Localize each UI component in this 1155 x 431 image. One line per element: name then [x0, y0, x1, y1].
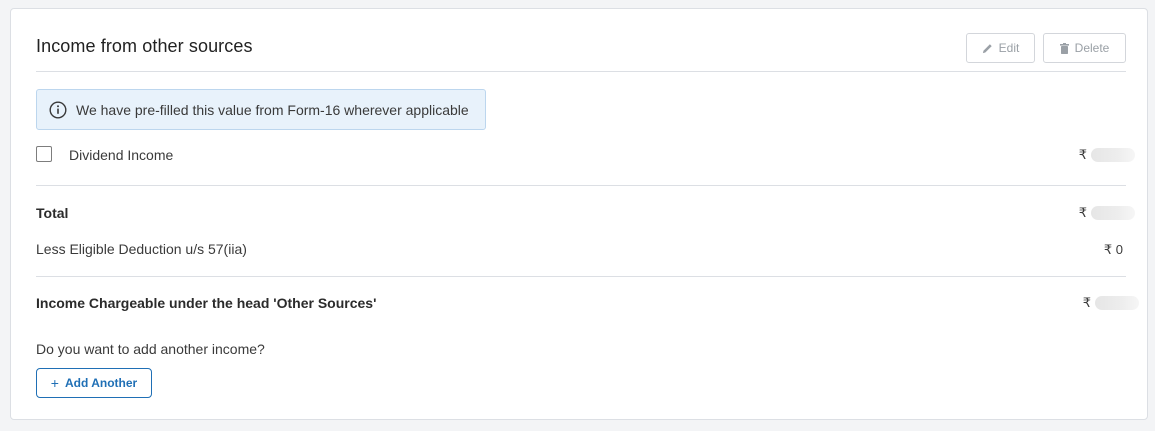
- edit-button-label: Edit: [998, 41, 1020, 55]
- info-banner: We have pre-filled this value from Form-…: [36, 89, 486, 130]
- divider: [36, 276, 1126, 277]
- chargeable-income-amount: ₹: [1083, 295, 1139, 311]
- rupee-symbol: ₹: [1082, 295, 1091, 310]
- delete-button[interactable]: Delete: [1043, 33, 1126, 63]
- card-title: Income from other sources: [36, 36, 253, 56]
- redacted-value: [1095, 296, 1139, 310]
- delete-button-label: Delete: [1074, 41, 1110, 55]
- plus-icon: +: [50, 375, 59, 391]
- dividend-income-amount: ₹: [1079, 147, 1135, 163]
- add-another-label: Add Another: [64, 376, 138, 390]
- add-income-prompt: Do you want to add another income?: [36, 341, 265, 357]
- income-other-sources-card: Income from other sources Edit Delete We…: [10, 8, 1148, 420]
- info-icon: [49, 100, 67, 119]
- trash-icon: [1059, 42, 1069, 54]
- deduction-value: ₹ 0: [1103, 242, 1123, 257]
- pencil-icon: [982, 43, 992, 53]
- dividend-income-label: Dividend Income: [69, 147, 174, 163]
- redacted-value: [1091, 148, 1135, 162]
- total-amount: ₹: [1079, 205, 1135, 221]
- deduction-amount: ₹ 0: [1104, 242, 1123, 258]
- rupee-symbol: ₹: [1078, 147, 1087, 162]
- dividend-income-checkbox[interactable]: [36, 146, 52, 162]
- info-banner-text: We have pre-filled this value from Form-…: [76, 101, 469, 118]
- rupee-symbol: ₹: [1078, 205, 1087, 220]
- add-another-button[interactable]: + Add Another: [36, 368, 152, 398]
- total-label: Total: [36, 205, 69, 221]
- redacted-value: [1091, 206, 1135, 220]
- divider: [36, 185, 1126, 186]
- header-divider: [36, 71, 1126, 72]
- chargeable-income-label: Income Chargeable under the head 'Other …: [36, 295, 377, 311]
- deduction-label: Less Eligible Deduction u/s 57(iia): [36, 241, 247, 257]
- edit-button[interactable]: Edit: [966, 33, 1035, 63]
